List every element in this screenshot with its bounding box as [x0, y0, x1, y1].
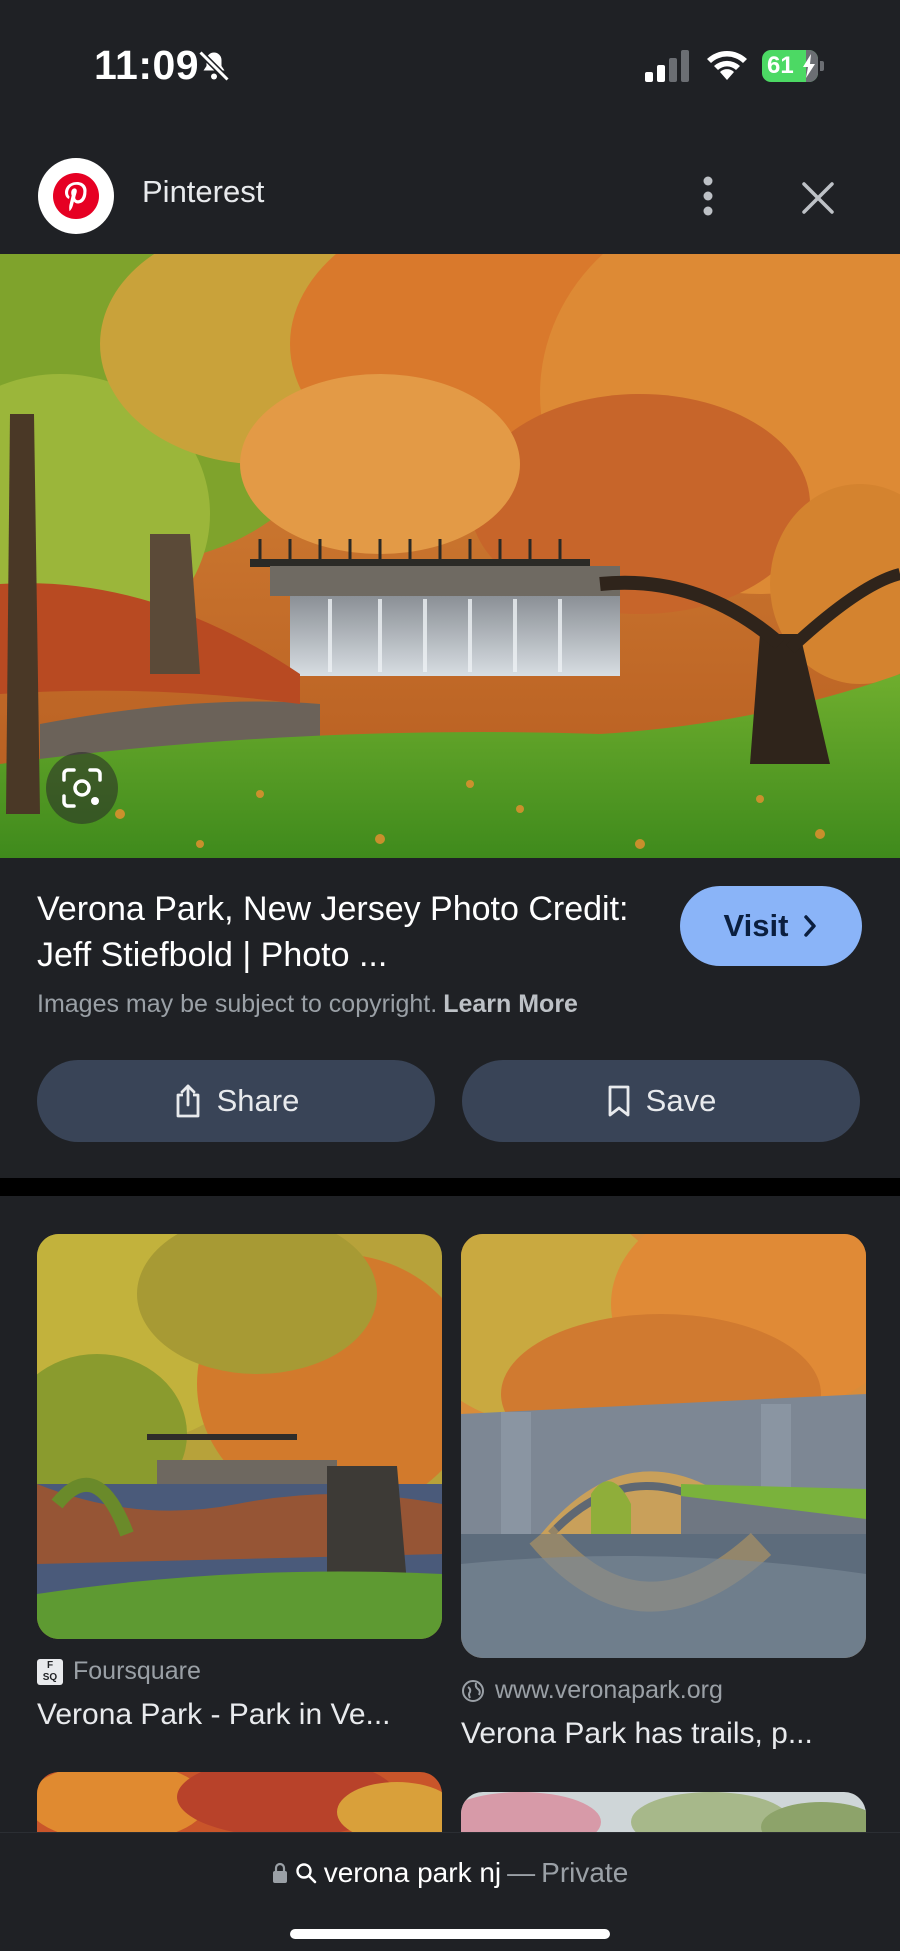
related-source-name: Foursquare: [73, 1657, 201, 1685]
share-button[interactable]: Share: [37, 1060, 435, 1142]
battery-cap: [820, 61, 824, 71]
spring-trees-image: [461, 1792, 866, 1832]
battery-level: 61: [767, 52, 794, 79]
address-separator: —: [507, 1857, 536, 1888]
close-icon: [802, 182, 834, 214]
related-card[interactable]: F SQ Foursquare Verona Park - Park in Ve.…: [37, 1234, 442, 1732]
status-bar: 11:09 61: [0, 0, 900, 130]
share-label: Share: [216, 1083, 300, 1118]
wifi-icon: [707, 51, 747, 80]
private-mode-label: Private: [541, 1857, 629, 1888]
copyright-text: Images may be subject to copyright.: [37, 990, 438, 1018]
address-bar[interactable]: verona park nj — Private: [0, 1857, 900, 1889]
visit-button[interactable]: Visit: [680, 886, 862, 966]
lens-icon: [62, 768, 102, 808]
related-source-name: www.veronapark.org: [495, 1676, 723, 1704]
chevron-right-icon: [804, 915, 817, 937]
section-divider: [0, 1178, 900, 1196]
pinterest-logo-icon: [38, 158, 114, 234]
autumn-foliage-image: [37, 1772, 442, 1832]
charging-bolt-icon: [803, 54, 815, 78]
autumn-park-waterfall-image: [0, 254, 900, 858]
close-button[interactable]: [790, 170, 846, 226]
home-indicator[interactable]: [290, 1929, 610, 1939]
google-lens-button[interactable]: [46, 752, 118, 824]
more-options-button[interactable]: [690, 166, 726, 226]
related-title[interactable]: Verona Park - Park in Ve...: [37, 1698, 442, 1732]
source-header: Pinterest: [0, 150, 900, 250]
cellular-signal-icon: [645, 50, 689, 82]
related-image-partial[interactable]: [461, 1792, 866, 1832]
status-time: 11:09: [94, 42, 200, 88]
globe-icon: [462, 1679, 484, 1702]
battery-indicator: 61: [762, 50, 824, 82]
related-image-partial[interactable]: [37, 1772, 442, 1832]
share-icon: [176, 1084, 200, 1118]
related-image[interactable]: [461, 1234, 866, 1658]
search-query: verona park nj: [323, 1857, 502, 1888]
search-icon: [296, 1863, 317, 1884]
screen: 11:09 61 Pinterest Verona Park, New Jers…: [0, 0, 900, 1951]
related-title[interactable]: Verona Park has trails, p...: [461, 1717, 866, 1751]
result-title[interactable]: Verona Park, New Jersey Photo Credit: Je…: [37, 886, 637, 978]
source-name[interactable]: Pinterest: [142, 174, 264, 210]
bookmark-icon: [608, 1085, 630, 1117]
related-source: www.veronapark.org: [461, 1676, 866, 1705]
stone-bridge-image: [461, 1234, 866, 1658]
learn-more-link[interactable]: Learn More: [443, 990, 578, 1018]
lock-icon: [272, 1862, 287, 1883]
related-image[interactable]: [37, 1234, 442, 1639]
related-card[interactable]: www.veronapark.org Verona Park has trail…: [461, 1234, 866, 1751]
save-label: Save: [645, 1083, 717, 1118]
foursquare-icon: F SQ: [37, 1658, 63, 1685]
browser-bottom-bar: verona park nj — Private: [0, 1832, 900, 1951]
more-vertical-icon: [703, 176, 713, 216]
bell-muted-icon: [198, 50, 230, 82]
result-image[interactable]: [0, 254, 900, 858]
related-source: F SQ Foursquare: [37, 1657, 442, 1686]
visit-label: Visit: [723, 908, 789, 943]
park-pond-autumn-image: [37, 1234, 442, 1639]
copyright-notice: Images may be subject to copyright. Learn…: [37, 990, 578, 1019]
pinterest-p-icon: [53, 173, 99, 219]
save-button[interactable]: Save: [462, 1060, 860, 1142]
